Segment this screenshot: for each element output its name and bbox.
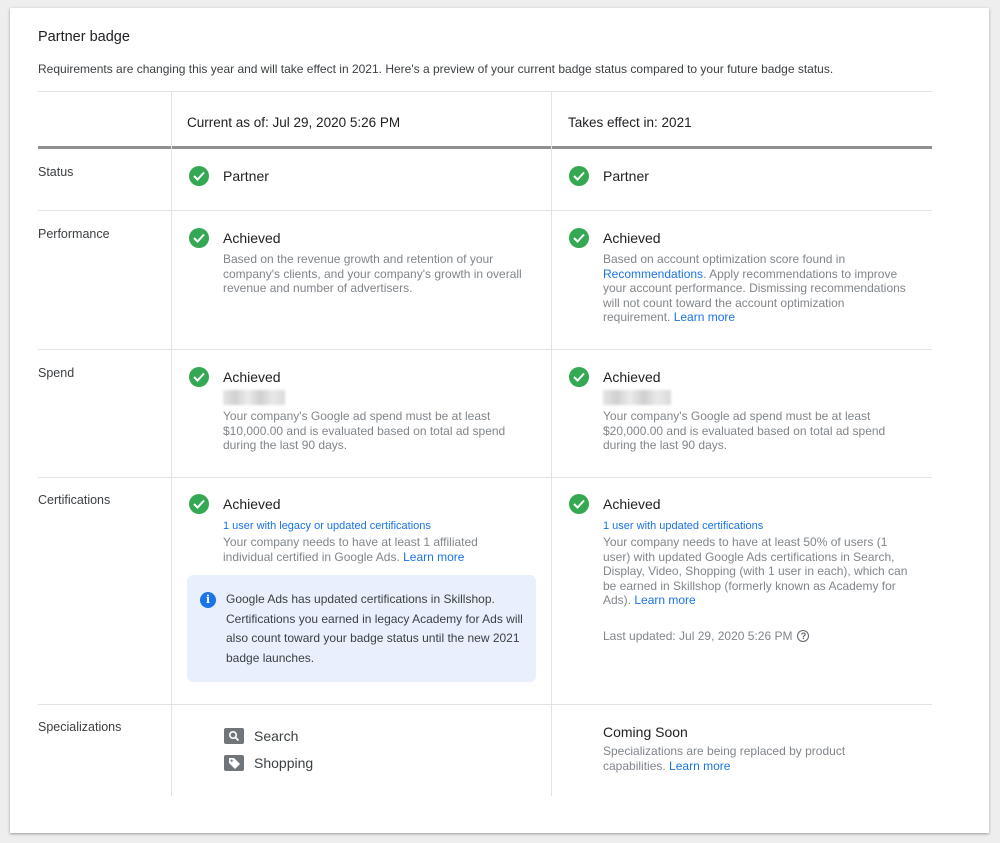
search-icon	[224, 728, 244, 744]
row-divider	[38, 349, 932, 350]
certifications-current-cell: Achieved 1 user with legacy or updated c…	[189, 494, 529, 564]
updated-certifications-link[interactable]: 1 user with updated certifications	[603, 520, 909, 532]
column-header-future: Takes effect in: 2021	[568, 115, 692, 130]
learn-more-link[interactable]: Learn more	[674, 310, 735, 324]
help-circle-icon[interactable]: ?	[797, 630, 810, 642]
certifications-description: Your company needs to have at least 1 af…	[223, 535, 523, 564]
specialization-label: Shopping	[254, 755, 314, 771]
spend-description: Your company's Google ad spend must be a…	[223, 409, 506, 453]
achieved-text: Achieved	[223, 369, 281, 385]
status-future-cell: Partner	[569, 166, 909, 186]
performance-future-description: Based on account optimization score foun…	[603, 252, 915, 325]
learn-more-link[interactable]: Learn more	[634, 593, 695, 607]
specialization-search: Search	[224, 726, 564, 746]
learn-more-link[interactable]: Learn more	[669, 759, 730, 773]
spend-future-description: Your company's Google ad spend must be a…	[603, 409, 886, 453]
status-value: Partner	[223, 168, 269, 184]
spend-future-cell: Achieved Your company's Google ad spend …	[569, 367, 909, 453]
column-divider	[551, 91, 552, 796]
check-circle-icon	[569, 367, 589, 387]
coming-soon-title: Coming Soon	[603, 724, 688, 740]
desc-text: Based on account optimization score foun…	[603, 252, 846, 266]
last-updated: Last updated: Jul 29, 2020 5:26 PM ?	[603, 629, 810, 643]
check-circle-icon	[189, 166, 209, 186]
row-divider	[38, 477, 932, 478]
last-updated-text: Last updated: Jul 29, 2020 5:26 PM	[603, 629, 793, 643]
info-text: Google Ads has updated certifications in…	[226, 592, 523, 665]
specializations-current-cell: Search Shopping	[224, 726, 564, 773]
check-circle-icon	[189, 228, 209, 248]
certifications-future-cell: Achieved 1 user with updated certificati…	[569, 494, 909, 608]
status-current-cell: Partner	[189, 166, 529, 186]
row-label-status: Status	[38, 165, 74, 179]
coming-soon-description: Specializations are being replaced by pr…	[603, 744, 903, 773]
row-label-performance: Performance	[38, 227, 110, 241]
performance-future-cell: Achieved Based on account optimization s…	[569, 228, 909, 325]
skillshop-info-box: i Google Ads has updated certifications …	[187, 575, 536, 682]
tag-icon	[224, 755, 244, 771]
check-circle-icon	[569, 166, 589, 186]
achieved-text: Achieved	[223, 496, 281, 512]
check-circle-icon	[189, 494, 209, 514]
certifications-future-description: Your company needs to have at least 50% …	[603, 535, 915, 608]
row-label-spend: Spend	[38, 366, 75, 380]
specialization-label: Search	[254, 728, 299, 744]
partner-badge-card: Partner badge Requirements are changing …	[10, 8, 989, 833]
row-divider	[38, 210, 932, 211]
spend-current-cell: Achieved Your company's Google ad spend …	[189, 367, 529, 453]
learn-more-link[interactable]: Learn more	[403, 550, 464, 564]
column-header-current: Current as of: Jul 29, 2020 5:26 PM	[187, 115, 401, 130]
check-circle-icon	[569, 228, 589, 248]
redacted-spend-value	[223, 390, 285, 405]
card-subtitle: Requirements are changing this year and …	[38, 62, 834, 76]
table-top-divider	[38, 91, 932, 92]
header-divider	[38, 146, 932, 149]
specialization-shopping: Shopping	[224, 753, 564, 773]
legacy-certifications-link[interactable]: 1 user with legacy or updated certificat…	[223, 520, 529, 532]
card-title: Partner badge	[38, 29, 130, 45]
performance-description: Based on the revenue growth and retentio…	[223, 252, 522, 296]
row-label-specializations: Specializations	[38, 720, 122, 734]
achieved-text: Achieved	[603, 230, 661, 246]
achieved-text: Achieved	[603, 369, 661, 385]
info-icon: i	[200, 592, 216, 608]
recommendations-link[interactable]: Recommendations	[603, 267, 703, 281]
row-label-certifications: Certifications	[38, 493, 111, 507]
performance-current-cell: Achieved Based on the revenue growth and…	[189, 228, 529, 296]
status-value: Partner	[603, 168, 649, 184]
redacted-spend-value	[603, 390, 671, 405]
check-circle-icon	[189, 367, 209, 387]
achieved-text: Achieved	[223, 230, 281, 246]
column-divider	[171, 91, 172, 796]
row-divider	[38, 704, 932, 705]
achieved-text: Achieved	[603, 496, 661, 512]
check-circle-icon	[569, 494, 589, 514]
specializations-future-cell: Coming Soon Specializations are being re…	[603, 724, 943, 773]
